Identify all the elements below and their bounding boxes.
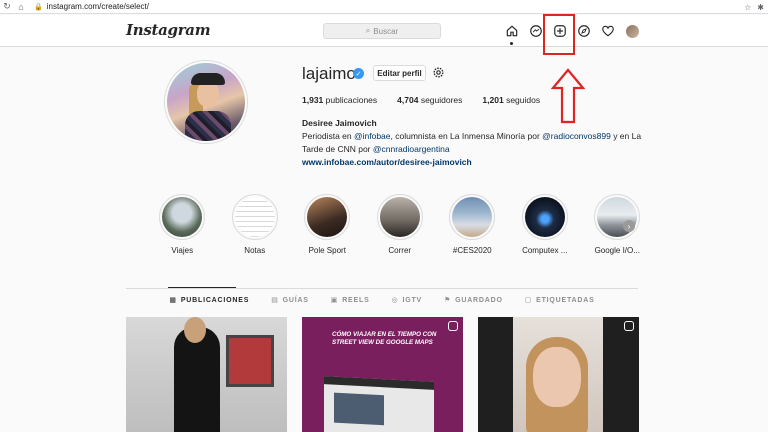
highlight-label: Pole Sport xyxy=(308,246,346,255)
verified-badge-icon: ✓ xyxy=(353,68,364,79)
settings-gear-icon[interactable] xyxy=(432,66,445,79)
reels-icon: ▣ xyxy=(330,297,339,304)
following-stat[interactable]: 1,201 seguidos xyxy=(482,95,540,105)
highlight-item[interactable]: Google I/O... xyxy=(581,194,654,255)
post-thumbnail[interactable] xyxy=(478,317,639,432)
tabs-divider xyxy=(126,288,638,289)
home-active-dot xyxy=(510,42,513,45)
highlight-item[interactable]: Correr xyxy=(364,194,437,255)
home-icon[interactable] xyxy=(500,21,524,45)
profile-stats: 1,931 publicaciones 4,704 seguidores 1,2… xyxy=(302,95,560,105)
igtv-icon: ◎ xyxy=(391,297,399,304)
mention-link[interactable]: @radioconvos899 xyxy=(542,131,611,141)
browser-toolbar: ↻ ⌂ 🔒 instagram.com/create/select/ ☆ ✱ xyxy=(0,0,768,14)
followers-stat[interactable]: 4,704 seguidores xyxy=(397,95,462,105)
profile-tabs: ▦ PUBLICACIONES ▤ GUÍAS ▣ REELS ◎ IGTV ⚑ GUAR… xyxy=(126,296,638,305)
profile-bio: Desiree Jaimovich Periodista en @infobae… xyxy=(302,117,642,169)
activity-heart-icon[interactable] xyxy=(596,21,620,41)
reload-icon[interactable]: ↻ xyxy=(0,0,14,14)
story-highlights: Viajes Notas Pole Sport Correr #CES2020 … xyxy=(146,194,654,255)
search-icon: ⌕ xyxy=(365,26,371,35)
tab-publicaciones[interactable]: ▦ PUBLICACIONES xyxy=(169,296,249,305)
active-tab-indicator xyxy=(168,287,236,288)
post-caption: CÓMO VIAJAR EN EL TIEMPO CON STREET VIEW… xyxy=(332,331,437,346)
profile-avatar-small[interactable] xyxy=(620,21,644,41)
edit-profile-button[interactable]: Editar perfil xyxy=(373,65,426,81)
highlight-item[interactable]: Notas xyxy=(219,194,292,255)
highlight-label: Computex ... xyxy=(522,246,568,255)
highlight-label: Correr xyxy=(388,246,412,255)
tag-icon: ▢ xyxy=(524,297,533,304)
highlight-label: Viajes xyxy=(171,246,194,255)
grid-icon: ▦ xyxy=(169,297,177,304)
star-icon[interactable]: ☆ xyxy=(744,3,751,12)
tab-reels[interactable]: ▣ REELS xyxy=(330,296,370,305)
reel-icon xyxy=(448,321,458,331)
url-text: instagram.com/create/select/ xyxy=(46,2,149,11)
tab-guardado[interactable]: ⚑ GUARDADO xyxy=(444,296,503,305)
bookmark-icon: ⚑ xyxy=(444,297,452,304)
posts-stat: 1,931 publicaciones xyxy=(302,95,378,105)
annotation-highlight-box xyxy=(543,14,575,55)
tab-guias[interactable]: ▤ GUÍAS xyxy=(271,296,309,305)
profile-full-name: Desiree Jaimovich xyxy=(302,118,377,128)
guide-icon: ▤ xyxy=(271,297,279,304)
highlight-label: Notas xyxy=(244,246,266,255)
highlight-label: Google I/O... xyxy=(594,246,640,255)
avatar xyxy=(625,24,639,38)
extensions-icon[interactable]: ✱ xyxy=(757,3,764,12)
post-thumbnail[interactable]: CÓMO VIAJAR EN EL TIEMPO CON STREET VIEW… xyxy=(302,317,463,432)
reel-icon xyxy=(624,321,634,331)
highlights-next-icon[interactable]: › xyxy=(623,220,635,232)
page: ↻ ⌂ 🔒 instagram.com/create/select/ ☆ ✱ I… xyxy=(0,0,768,432)
mention-link[interactable]: @infobae xyxy=(354,131,391,141)
explore-compass-icon[interactable] xyxy=(572,21,596,41)
tab-etiquetadas[interactable]: ▢ ETIQUETADAS xyxy=(524,296,595,305)
tab-igtv[interactable]: ◎ IGTV xyxy=(391,296,422,305)
address-bar[interactable]: 🔒 instagram.com/create/select/ xyxy=(34,1,149,13)
highlight-item[interactable]: Computex ... xyxy=(509,194,582,255)
bio-text: Periodista en @infobae, columnista en La… xyxy=(302,131,642,154)
profile-picture[interactable] xyxy=(165,61,247,143)
instagram-header: Instagram ⌕ Buscar xyxy=(0,15,768,47)
highlight-item[interactable]: Viajes xyxy=(146,194,219,255)
search-input[interactable]: ⌕ Buscar xyxy=(323,23,441,39)
post-thumbnail[interactable] xyxy=(126,317,287,432)
profile-username: lajaimo xyxy=(302,64,356,83)
lock-icon: 🔒 xyxy=(34,3,43,11)
home-browser-icon[interactable]: ⌂ xyxy=(14,0,28,14)
instagram-logo[interactable]: Instagram xyxy=(126,21,211,39)
highlight-item[interactable]: Pole Sport xyxy=(291,194,364,255)
profile-website-link[interactable]: www.infobae.com/autor/desiree-jaimovich xyxy=(302,156,642,169)
highlight-label: #CES2020 xyxy=(452,246,492,255)
search-placeholder: Buscar xyxy=(373,26,399,36)
highlight-item[interactable]: #CES2020 xyxy=(436,194,509,255)
mention-link[interactable]: @cnnradioargentina xyxy=(373,144,450,154)
